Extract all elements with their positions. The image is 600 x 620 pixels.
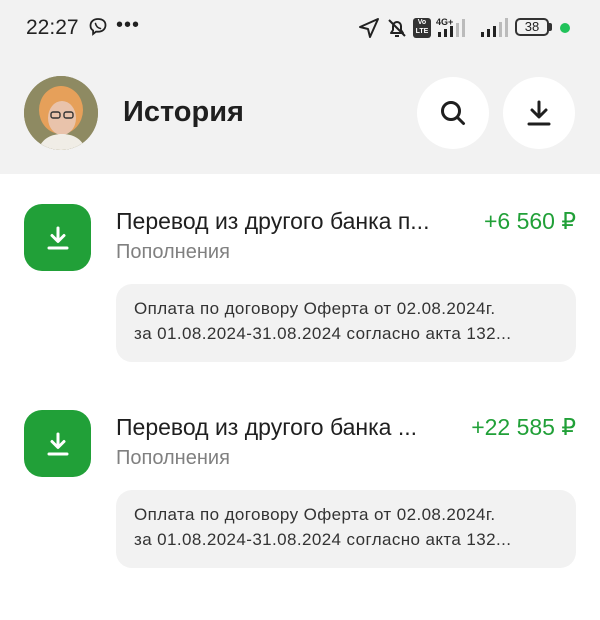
transaction-note-line: Оплата по договору Оферта от 02.08.2024г… — [134, 505, 496, 524]
network-label: 4G+ — [436, 17, 453, 27]
transaction-note-line: за 01.08.2024-31.08.2024 согласно акта 1… — [134, 324, 512, 343]
viber-icon — [89, 18, 107, 36]
muted-bell-icon — [388, 19, 406, 37]
location-icon — [359, 18, 379, 38]
more-notifications-icon: ••• — [116, 14, 141, 36]
page-title: История — [123, 96, 244, 128]
transaction-note-line: за 01.08.2024-31.08.2024 согласно акта 1… — [134, 530, 512, 549]
transaction-note: Оплата по договору Оферта от 02.08.2024г… — [116, 490, 576, 568]
avatar-image — [24, 76, 98, 150]
charging-dot-icon — [560, 23, 570, 33]
transaction-note-line: Оплата по договору Оферта от 02.08.2024г… — [134, 299, 496, 318]
transaction-title: Перевод из другого банка ... — [116, 414, 417, 440]
signal-icon — [481, 18, 508, 37]
search-icon — [441, 101, 465, 125]
status-time: 22:27 — [26, 16, 79, 39]
transaction-note: Оплата по договору Оферта от 02.08.2024г… — [116, 284, 576, 362]
transaction-category: Пополнения — [116, 447, 230, 469]
volte-icon: Vo LTE — [413, 18, 431, 38]
avatar[interactable] — [24, 76, 98, 150]
incoming-transfer-icon — [24, 204, 91, 271]
signal-4g-icon: 4G+ — [436, 17, 465, 37]
transaction-amount: +6 560 ₽ — [483, 208, 576, 234]
transaction-item[interactable]: Перевод из другого банка ... +22 585 ₽ П… — [0, 410, 600, 570]
transaction-item[interactable]: Перевод из другого банка п... +6 560 ₽ П… — [0, 204, 600, 364]
battery-icon: 38 — [515, 18, 549, 36]
transaction-category: Пополнения — [116, 241, 230, 263]
header: 22:27 ••• Vo LTE 4G+ 38 История — [0, 0, 600, 174]
incoming-transfer-icon — [24, 410, 91, 477]
search-button[interactable] — [417, 77, 489, 149]
transaction-title: Перевод из другого банка п... — [116, 208, 430, 234]
export-button[interactable] — [503, 77, 575, 149]
transaction-amount: +22 585 ₽ — [471, 414, 576, 440]
download-icon — [527, 100, 551, 126]
battery-nub — [549, 23, 552, 31]
